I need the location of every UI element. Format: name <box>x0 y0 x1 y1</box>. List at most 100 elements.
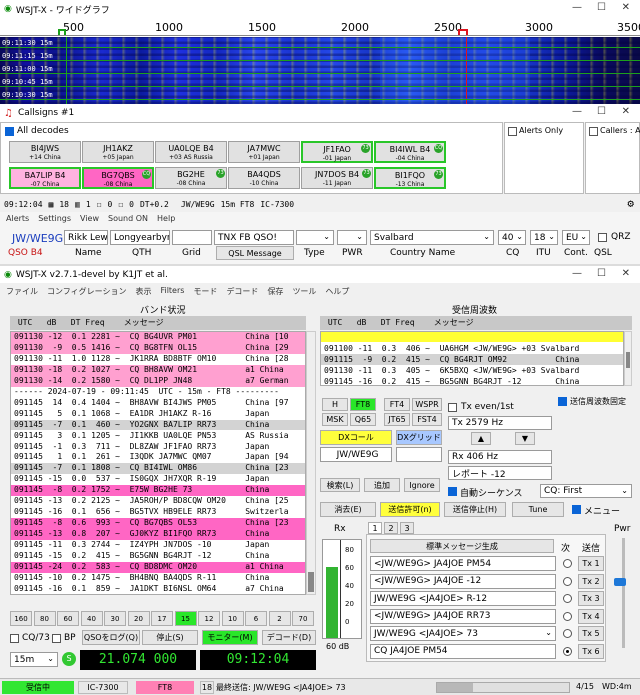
mode-h-button[interactable]: H <box>322 398 348 411</box>
decode-row[interactable]: 091145 3 0.1 1205 ~ JI1KKB UA0LQE PN53 A… <box>11 430 305 442</box>
close-icon[interactable]: ✕ <box>622 2 630 13</box>
menu-sound[interactable]: Sound ON <box>108 214 148 223</box>
maximize-icon[interactable]: ☐ <box>597 106 606 117</box>
enable-tx-button[interactable]: 送信許可(n) <box>380 502 440 517</box>
tab-2[interactable]: 2 <box>384 522 398 534</box>
menu-tools[interactable]: ツール <box>292 286 316 297</box>
continent-field[interactable]: EU ⌄ <box>562 230 590 245</box>
minimize-icon[interactable]: — <box>572 268 582 279</box>
all-decodes-checkbox[interactable] <box>5 127 14 136</box>
decode-row[interactable]: 091145 -13 0.8 207 ~ GJ0KYZ BI1FQO RR73 … <box>11 529 305 540</box>
tx3-message-field[interactable]: JW/WE9G <JA4JOE> R-12 <box>370 591 556 606</box>
decode-row[interactable]: 091145 1 0.1 261 ~ I3QDK JA7MWC QM07 Jap… <box>11 452 305 464</box>
decode-row[interactable]: 091130 -18 0.2 1027 ~ CQ BH8AVW OM21 a1 … <box>11 364 305 376</box>
minimize-icon[interactable]: — <box>572 2 582 13</box>
menu-view[interactable]: View <box>80 214 99 223</box>
tx-frequency-spinbox[interactable]: Tx 2579 Hz <box>448 416 552 430</box>
auto-seq-checkbox[interactable] <box>448 487 457 496</box>
decode-row[interactable]: 091145 -8 0.6 993 ~ CQ BG7QBS OL53 China… <box>11 518 305 530</box>
mode-ft4-button[interactable]: FT4 <box>384 398 410 411</box>
menu-decode[interactable]: デコード <box>226 286 258 297</box>
callsign-card[interactable]: BI4IWL B4 -04 China CQ <box>374 141 446 163</box>
mode-wspr-button[interactable]: WSPR <box>412 398 442 411</box>
dx-grid-field[interactable] <box>396 447 442 462</box>
decode-row[interactable]: 091145 -7 0.1 1808 ~ CQ BI4IWL OM86 Chin… <box>11 463 305 475</box>
tx5-message-field[interactable]: JW/WE9G <JA4JOE> 73 ⌄ <box>370 626 556 641</box>
qsl-checkbox[interactable] <box>598 233 607 242</box>
band-button-15[interactable]: 15 <box>174 611 197 626</box>
band-button-12[interactable]: 12 <box>198 611 220 626</box>
type-select[interactable]: ⌄ <box>296 230 334 245</box>
report-spinbox[interactable]: レポート -12 <box>448 466 552 480</box>
menu-alerts[interactable]: Alerts <box>6 214 29 223</box>
waterfall-display[interactable]: 09:11:30 15m 09:11:15 15m 09:11:00 15m 0… <box>0 37 640 104</box>
callsign-card[interactable]: BA4QDS -10 China <box>228 167 300 189</box>
pwr-slider-handle[interactable] <box>614 578 626 586</box>
callsign-card[interactable]: BG2HE -08 China 73 <box>155 167 227 189</box>
decode-row[interactable]: 091130 -11 1.0 1128 ~ JK1RRA BD8BTF OM10… <box>11 353 305 365</box>
cq73-checkbox[interactable] <box>10 634 19 643</box>
decode-row[interactable]: 091145 14 0.4 1404 ~ BH8AVW BI4JWS PM05 … <box>11 397 305 409</box>
decode-row[interactable]: 091145 -8 0.2 1752 ~ E75W BG2HE 73 China <box>11 485 305 497</box>
decode-row[interactable]: 091145 -13 0.2 2125 ~ JA5ROH/P BD8CQW OM… <box>11 496 305 508</box>
tab-3[interactable]: 3 <box>400 522 414 534</box>
tune-button[interactable]: Tune <box>512 502 564 517</box>
close-icon[interactable]: ✕ <box>622 106 630 117</box>
tx2-message-field[interactable]: <JW/WE9G> JA4JOE -12 <box>370 573 556 589</box>
band-button-10[interactable]: 10 <box>221 611 244 626</box>
callsign-card[interactable]: JA7MWC +01 Japan <box>228 141 300 163</box>
hold-tx-freq-checkbox[interactable] <box>558 397 567 406</box>
callsign-card[interactable]: BA7LIP B4 -07 China <box>9 167 81 189</box>
bp-checkbox[interactable] <box>52 634 61 643</box>
menu-view[interactable]: 表示 <box>135 286 151 297</box>
band-button-20[interactable]: 20 <box>127 611 150 626</box>
tx4-message-field[interactable]: <JW/WE9G> JA4JOE RR73 <box>370 608 556 624</box>
dx-call-button[interactable]: DXコール <box>320 430 392 445</box>
tx2-next-radio[interactable] <box>563 576 572 586</box>
tx6-message-field[interactable]: CQ JA4JOE PM54 <box>370 643 556 659</box>
menus-checkbox[interactable] <box>572 505 581 514</box>
menu-file[interactable]: ファイル <box>6 286 38 297</box>
tx1-next-radio[interactable] <box>563 559 572 568</box>
qth-field[interactable]: Longyearbyrn <box>110 230 170 245</box>
cat-status-indicator[interactable]: S <box>62 652 76 666</box>
decode-row[interactable]: 091145 -10 0.2 1475 ~ BH4BNQ BA4QDS R-11… <box>11 572 305 584</box>
itu-zone-field[interactable]: 18 ⌄ <box>530 230 558 245</box>
tx6-button[interactable]: Tx 6 <box>578 643 604 659</box>
tx5-next-radio[interactable] <box>563 629 572 638</box>
decode-row[interactable]: 091145 -15 0.0 537 ~ IS0GQX JH7XQR R-19 … <box>11 474 305 486</box>
callsign-card[interactable]: BI1FQO -13 China 73 <box>374 167 446 189</box>
band-button-70[interactable]: 70 <box>292 611 314 626</box>
maximize-icon[interactable]: ☐ <box>597 268 606 279</box>
lookup-button[interactable]: 検索(L) <box>320 478 360 492</box>
decode-button[interactable]: デコード(D) <box>262 630 316 645</box>
band-button-30[interactable]: 30 <box>104 611 126 626</box>
mode-ft8-button[interactable]: FT8 <box>350 398 376 411</box>
band-select[interactable]: 15m ⌄ <box>10 652 58 667</box>
menu-save[interactable]: 保存 <box>267 286 283 297</box>
band-activity-scrollbar[interactable] <box>306 331 316 595</box>
pwr-select[interactable]: ⌄ <box>337 230 367 245</box>
band-button-160[interactable]: 160 <box>10 611 32 626</box>
tx-even-checkbox[interactable] <box>448 403 457 412</box>
tx2-button[interactable]: Tx 2 <box>578 573 604 589</box>
tx5-button[interactable]: Tx 5 <box>578 626 604 641</box>
dx-call-field[interactable]: JW/WE9G <box>320 447 392 462</box>
tx1-button[interactable]: Tx 1 <box>578 556 604 571</box>
name-field[interactable]: Rikk Lewis <box>64 230 108 245</box>
log-qso-button[interactable]: QSOをログ(Q) <box>82 630 140 645</box>
halt-tx-button[interactable]: 送信停止(H) <box>444 502 506 517</box>
menu-mode[interactable]: モード <box>193 286 217 297</box>
tx-down-arrow-button[interactable]: ▼ <box>515 432 535 445</box>
tx-up-arrow-button[interactable]: ▲ <box>471 432 491 445</box>
rx-frequency-spinbox[interactable]: Rx 406 Hz <box>448 450 552 464</box>
rx-decode-row[interactable] <box>321 332 623 342</box>
rx-decode-row[interactable]: 091115 -9 0.2 415 ~ CQ BG4RJT OM92 China <box>321 354 623 365</box>
callsign-card[interactable]: BG7QBS -08 China CQ <box>82 167 154 189</box>
callsign-card[interactable]: BI4JWS +14 China <box>9 141 81 163</box>
decode-row[interactable]: 091130 -14 0.2 1580 ~ CQ DL1PP JN48 a7 G… <box>11 375 305 387</box>
menu-filters[interactable]: Filters <box>160 286 184 297</box>
tx3-button[interactable]: Tx 3 <box>578 591 604 606</box>
tx4-next-radio[interactable] <box>563 611 572 621</box>
tab-1[interactable]: 1 <box>368 522 382 534</box>
